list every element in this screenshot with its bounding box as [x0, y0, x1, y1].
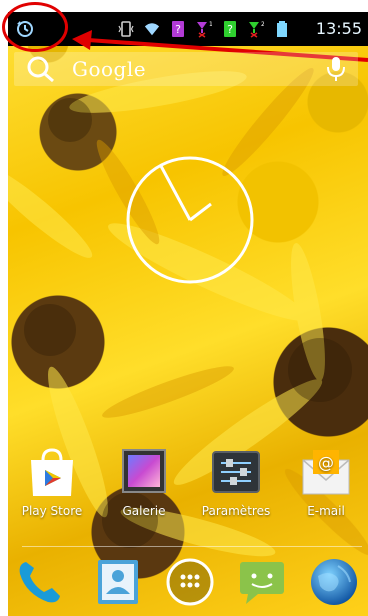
search-bar[interactable]: Google	[14, 52, 358, 86]
app-label-galerie: Galerie	[122, 504, 166, 518]
svg-text:@: @	[318, 453, 334, 472]
app-label-play-store: Play Store	[21, 504, 83, 518]
email-icon: @	[302, 450, 350, 495]
messaging-icon[interactable]	[236, 556, 288, 608]
apps-grid-icon[interactable]	[164, 556, 216, 608]
contacts-icon[interactable]	[92, 556, 144, 608]
wallpaper	[8, 12, 368, 616]
sunflower-wallpaper	[8, 67, 368, 557]
microphone-icon[interactable]	[324, 55, 348, 83]
app-play-store[interactable]: Play Store	[12, 446, 92, 518]
phone-screen: ? 1 ? 2 13:55 Google Play Store Galerie …	[0, 0, 368, 616]
gallery-icon	[122, 449, 166, 493]
app-galerie[interactable]: Galerie	[104, 446, 184, 518]
clock-minute-hand	[159, 165, 192, 221]
search-icon[interactable]	[26, 55, 56, 83]
globe-icon[interactable]	[308, 556, 360, 608]
analog-clock-widget[interactable]	[108, 152, 272, 288]
app-parametres[interactable]: Paramètres	[196, 446, 276, 518]
dock-divider	[22, 546, 362, 547]
play-store-icon	[31, 448, 73, 496]
phone-icon[interactable]	[14, 556, 66, 608]
app-email[interactable]: @ E-mail	[286, 446, 366, 518]
app-label-parametres: Paramètres	[201, 504, 271, 518]
settings-icon	[212, 451, 260, 493]
app-label-email: E-mail	[307, 504, 345, 518]
search-google-label[interactable]: Google	[72, 57, 146, 81]
clock-hour-hand	[189, 202, 212, 222]
